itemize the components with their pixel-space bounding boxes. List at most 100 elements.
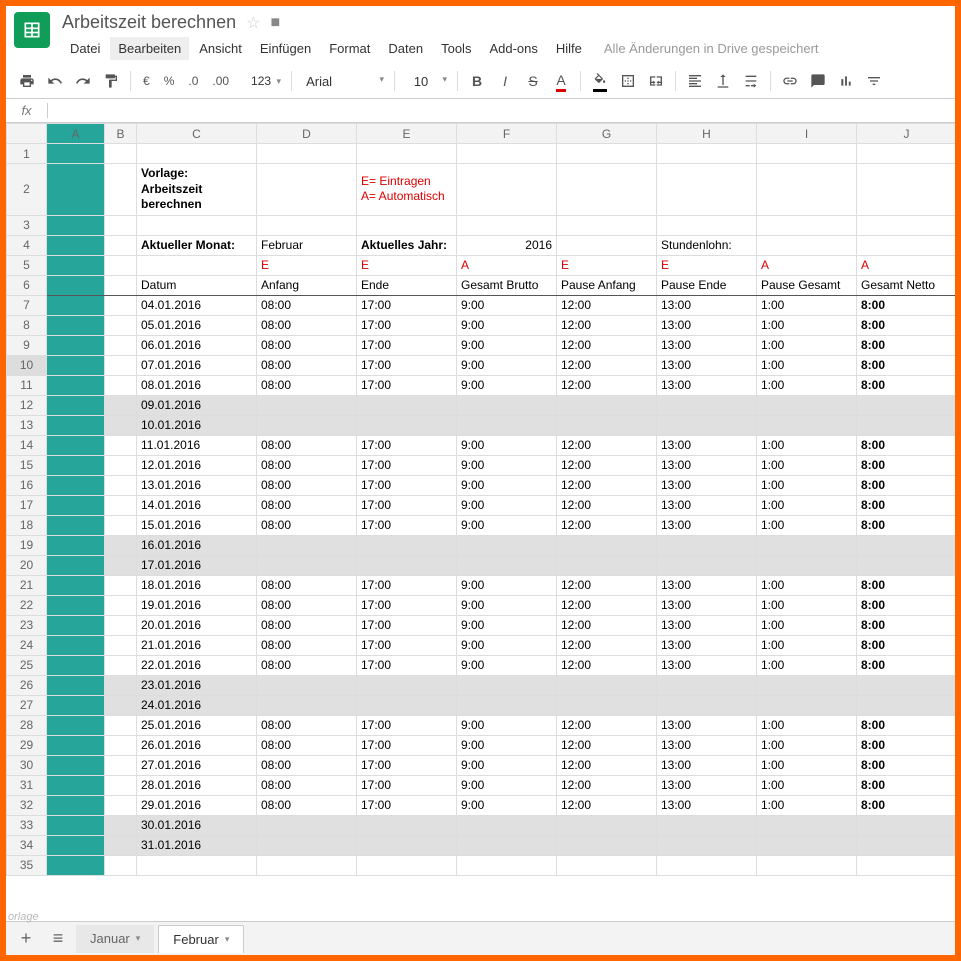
cell[interactable]: 13:00 <box>657 655 757 675</box>
cell[interactable]: 13:00 <box>657 775 757 795</box>
cell[interactable] <box>257 555 357 575</box>
cell[interactable]: 13:00 <box>657 355 757 375</box>
cell[interactable]: 16.01.2016 <box>137 535 257 555</box>
cell[interactable] <box>357 675 457 695</box>
cell[interactable]: Aktuelles Jahr: <box>357 235 457 255</box>
cell[interactable] <box>657 675 757 695</box>
cell[interactable] <box>857 535 956 555</box>
cell[interactable] <box>47 835 105 855</box>
vertical-align-button[interactable] <box>710 68 736 94</box>
cell[interactable] <box>105 615 137 635</box>
cell[interactable] <box>357 555 457 575</box>
decrease-decimal-button[interactable]: .0 <box>182 68 204 94</box>
cell[interactable]: 13:00 <box>657 475 757 495</box>
cell[interactable]: 13:00 <box>657 455 757 475</box>
cell[interactable] <box>47 455 105 475</box>
cell[interactable] <box>47 515 105 535</box>
row-header[interactable]: 21 <box>7 575 47 595</box>
cell[interactable]: 9:00 <box>457 335 557 355</box>
cell[interactable]: 17:00 <box>357 735 457 755</box>
row-header[interactable]: 6 <box>7 275 47 295</box>
row-header[interactable]: 13 <box>7 415 47 435</box>
cell[interactable]: 12:00 <box>557 635 657 655</box>
cell[interactable] <box>357 215 457 235</box>
cell[interactable] <box>47 355 105 375</box>
cell[interactable]: 1:00 <box>757 735 857 755</box>
cell[interactable]: 07.01.2016 <box>137 355 257 375</box>
row-header[interactable]: 17 <box>7 495 47 515</box>
cell[interactable] <box>757 855 857 875</box>
cell[interactable]: 1:00 <box>757 595 857 615</box>
cell[interactable]: 1:00 <box>757 295 857 315</box>
cell[interactable] <box>105 695 137 715</box>
cell[interactable] <box>137 855 257 875</box>
cell[interactable] <box>757 535 857 555</box>
cell[interactable] <box>137 255 257 275</box>
cell[interactable]: 8:00 <box>857 495 956 515</box>
cell[interactable]: 12:00 <box>557 375 657 395</box>
text-color-button[interactable]: A <box>548 68 574 94</box>
row-header[interactable]: 28 <box>7 715 47 735</box>
all-sheets-button[interactable]: ≡ <box>44 925 72 953</box>
cell[interactable]: 08:00 <box>257 515 357 535</box>
cell[interactable] <box>105 595 137 615</box>
cell[interactable] <box>105 755 137 775</box>
cell[interactable]: 26.01.2016 <box>137 735 257 755</box>
cell[interactable]: 12:00 <box>557 795 657 815</box>
cell[interactable] <box>105 555 137 575</box>
cell[interactable]: 21.01.2016 <box>137 635 257 655</box>
undo-icon[interactable] <box>42 68 68 94</box>
row-header[interactable]: 4 <box>7 235 47 255</box>
cell[interactable]: 18.01.2016 <box>137 575 257 595</box>
cell[interactable] <box>47 255 105 275</box>
cell[interactable]: 1:00 <box>757 475 857 495</box>
cell[interactable]: 08:00 <box>257 315 357 335</box>
cell[interactable] <box>757 395 857 415</box>
cell[interactable] <box>457 855 557 875</box>
column-header-C[interactable]: C <box>137 124 257 144</box>
cell[interactable]: 17:00 <box>357 715 457 735</box>
cell[interactable] <box>105 675 137 695</box>
cell[interactable] <box>757 235 857 255</box>
cell[interactable] <box>105 715 137 735</box>
row-header[interactable]: 2 <box>7 164 47 216</box>
filter-button[interactable] <box>861 68 887 94</box>
row-header[interactable]: 35 <box>7 855 47 875</box>
cell[interactable] <box>457 215 557 235</box>
cell[interactable] <box>47 375 105 395</box>
cell[interactable]: 8:00 <box>857 475 956 495</box>
cell[interactable] <box>105 164 137 216</box>
cell[interactable] <box>557 415 657 435</box>
row-header[interactable]: 30 <box>7 755 47 775</box>
cell[interactable] <box>857 395 956 415</box>
cell[interactable]: 17:00 <box>357 655 457 675</box>
cell[interactable] <box>257 815 357 835</box>
cell[interactable]: 8:00 <box>857 595 956 615</box>
text-wrap-button[interactable] <box>738 68 764 94</box>
font-size-dropdown[interactable]: 10 <box>401 72 451 91</box>
cell[interactable]: 08:00 <box>257 495 357 515</box>
menu-daten[interactable]: Daten <box>380 37 431 60</box>
row-header[interactable]: 34 <box>7 835 47 855</box>
cell[interactable]: 14.01.2016 <box>137 495 257 515</box>
cell[interactable] <box>257 855 357 875</box>
cell[interactable]: 9:00 <box>457 475 557 495</box>
cell[interactable] <box>105 575 137 595</box>
cell[interactable]: 9:00 <box>457 435 557 455</box>
column-header-I[interactable]: I <box>757 124 857 144</box>
insert-link-button[interactable] <box>777 68 803 94</box>
cell[interactable] <box>557 815 657 835</box>
cell[interactable]: 13:00 <box>657 575 757 595</box>
cell[interactable] <box>47 295 105 315</box>
cell[interactable]: 13:00 <box>657 495 757 515</box>
cell[interactable] <box>857 835 956 855</box>
cell[interactable]: 08:00 <box>257 735 357 755</box>
cell[interactable]: 13:00 <box>657 735 757 755</box>
cell[interactable] <box>105 375 137 395</box>
cell[interactable]: 1:00 <box>757 435 857 455</box>
cell[interactable] <box>757 675 857 695</box>
cell[interactable]: 9:00 <box>457 655 557 675</box>
document-title[interactable]: Arbeitszeit berechnen <box>62 12 236 33</box>
cell[interactable] <box>47 715 105 735</box>
cell[interactable] <box>105 255 137 275</box>
